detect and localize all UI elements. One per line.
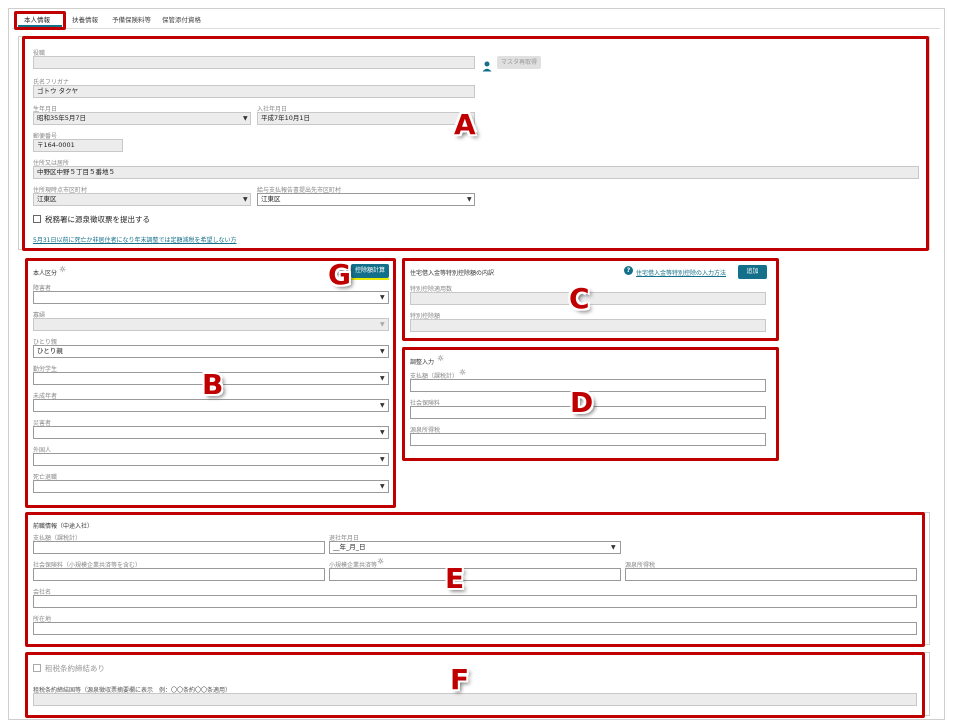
help-icon[interactable]: ? [624, 266, 633, 275]
retire-date-dropdown-icon[interactable]: ▼ [611, 541, 616, 554]
small-biz-field[interactable] [329, 568, 621, 581]
prev-pay-field[interactable] [33, 541, 325, 554]
tab-highlight-box [14, 11, 66, 30]
housing-help-link[interactable]: 住宅借入金等特別控除の入力方法 [636, 268, 726, 277]
name-field[interactable] [33, 56, 475, 69]
add-button[interactable]: 追加 [738, 265, 767, 279]
label-b: B [202, 368, 224, 401]
widow-dropdown-icon[interactable]: ▼ [380, 318, 385, 331]
tax-city-dropdown-icon[interactable]: ▼ [467, 193, 472, 206]
location-field[interactable] [33, 622, 917, 635]
widow-select[interactable] [33, 318, 389, 331]
tax-city-field[interactable]: 江東区 [257, 193, 475, 206]
adj-tax-field[interactable] [410, 433, 766, 446]
city-dropdown-icon[interactable]: ▼ [243, 193, 248, 206]
deceased-link[interactable]: 5月31日以前に死亡か非居住者になり年末調整では定額減税を希望しない方 [33, 235, 236, 244]
disaster-dropdown-icon[interactable]: ▼ [380, 426, 385, 439]
label-c: C [569, 282, 590, 315]
section-c-title: 住宅借入金等特別控除額の内訳 [410, 270, 495, 277]
retire-date-field[interactable]: __年_月_日 [329, 541, 621, 554]
city-field[interactable]: 江東区 [33, 193, 251, 206]
calc-button-underline [351, 278, 389, 280]
tax-office-checkbox[interactable] [33, 215, 41, 223]
section-e-title: 前職情報（中途入社） [33, 523, 94, 530]
tab-attachments[interactable]: 保管添付資格 [162, 14, 201, 24]
address-field[interactable]: 中野区中野５丁目５番地５ [33, 166, 919, 179]
working-student-dropdown-icon[interactable]: ▼ [380, 372, 385, 385]
housing-amount-field[interactable] [410, 319, 766, 332]
tab-bar-line [12, 28, 940, 29]
prev-tax-field[interactable] [625, 568, 917, 581]
tax-treaty-checkbox-label: 租税条約締結あり [45, 664, 105, 673]
person-icon[interactable] [482, 57, 492, 72]
small-biz-bulb-icon[interactable]: ☼ [377, 558, 384, 566]
birth-dropdown-icon[interactable]: ▼ [243, 112, 248, 125]
single-parent-select[interactable]: ひとり親 [33, 345, 389, 358]
tax-office-checkbox-label: 税務署に源泉徴収票を提出する [45, 215, 150, 224]
birth-field[interactable]: 昭和35年5月7日 [33, 112, 251, 125]
single-parent-dropdown-icon[interactable]: ▼ [380, 345, 385, 358]
minor-dropdown-icon[interactable]: ▼ [380, 399, 385, 412]
adj-pay-bulb-icon[interactable]: ☼ [459, 369, 466, 377]
company-field[interactable] [33, 595, 917, 608]
kana-field[interactable]: ゴトウ タクヤ [33, 85, 475, 98]
prev-social-field[interactable] [33, 568, 325, 581]
foreigner-select[interactable] [33, 453, 389, 466]
label-g: G [328, 258, 351, 291]
tax-treaty-checkbox[interactable] [33, 664, 41, 672]
tax-treaty-field[interactable] [33, 693, 917, 706]
tab-insurance[interactable]: 予備保険料等 [112, 14, 151, 24]
label-e: E [445, 562, 465, 595]
adjust-bulb-icon[interactable]: ☼ [437, 355, 444, 363]
death-retire-dropdown-icon[interactable]: ▼ [380, 480, 385, 493]
death-retire-select[interactable] [33, 480, 389, 493]
master-refetch-button[interactable]: マスタ再取得 [497, 56, 541, 69]
section-d-title: 調整入力 [410, 359, 435, 366]
disability-dropdown-icon[interactable]: ▼ [380, 291, 385, 304]
section-b-title: 本人区分 [33, 270, 58, 277]
postal-field[interactable]: 〒164-0001 [33, 139, 123, 152]
foreigner-dropdown-icon[interactable]: ▼ [380, 453, 385, 466]
disaster-select[interactable] [33, 426, 389, 439]
label-a: A [454, 108, 476, 141]
label-d: D [570, 386, 594, 419]
hire-field[interactable]: 平成7年10月1日 [257, 112, 475, 125]
hint-bulb-icon[interactable]: ☼ [59, 266, 66, 274]
deduction-calc-button[interactable]: 控除額計算 [351, 264, 389, 278]
disability-select[interactable] [33, 291, 389, 304]
tab-dependents[interactable]: 扶養情報 [72, 14, 98, 24]
label-f: F [450, 663, 470, 696]
